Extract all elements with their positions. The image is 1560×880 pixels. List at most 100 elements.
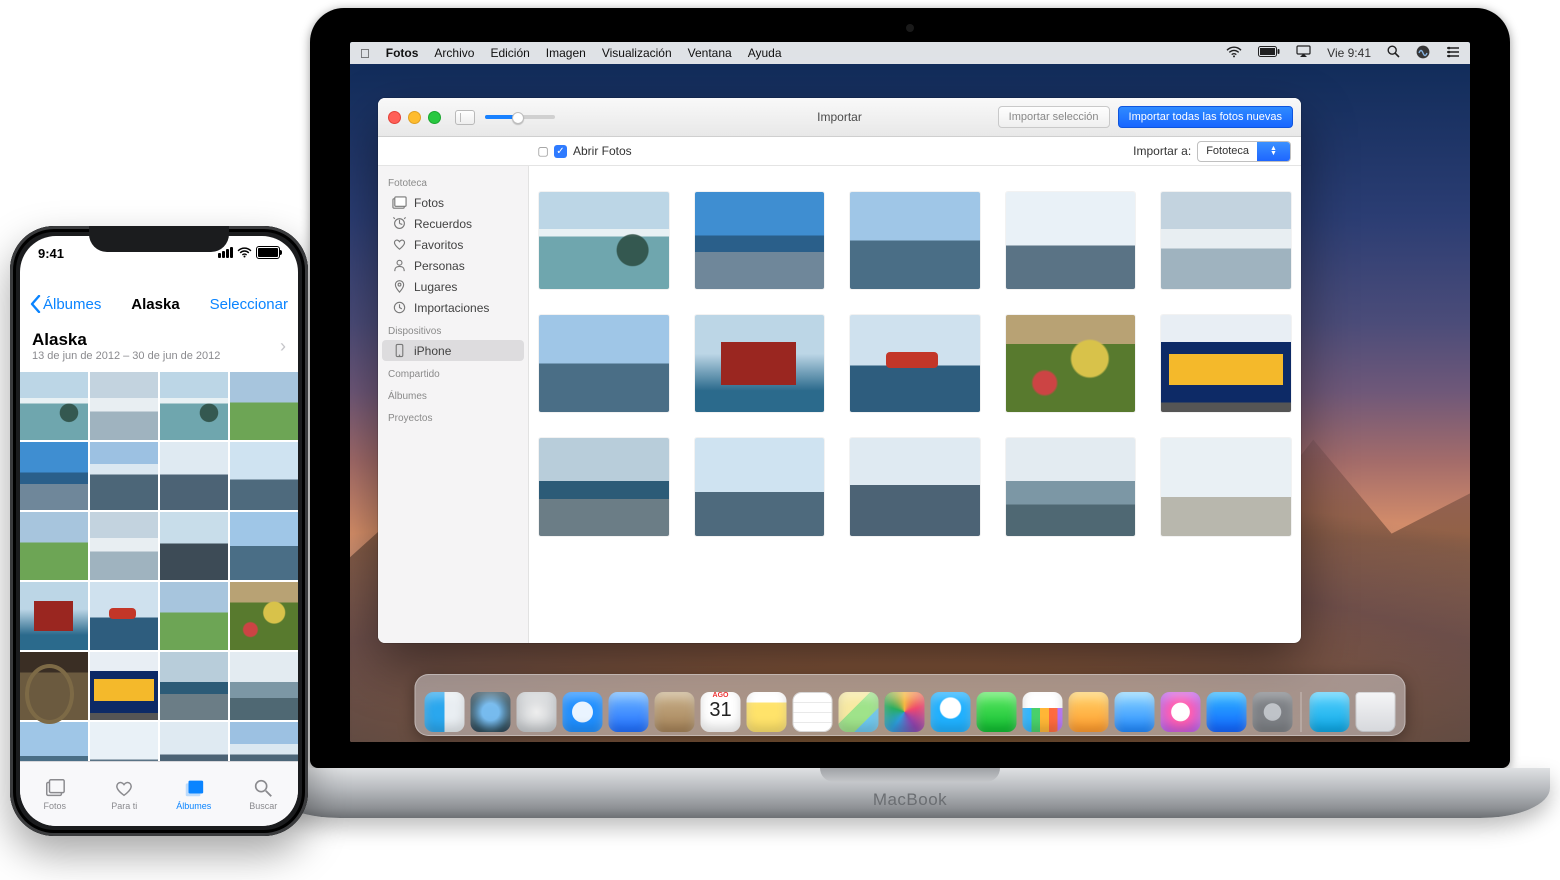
sidebar-item-lugares[interactable]: Lugares <box>382 276 524 297</box>
spotlight-icon[interactable] <box>1387 45 1400 61</box>
thumbnail-size-slider[interactable] <box>485 115 555 119</box>
select-button[interactable]: Seleccionar <box>210 296 288 313</box>
dock-messages-icon[interactable] <box>931 692 971 732</box>
import-to-select[interactable]: Fototeca ▲▼ <box>1197 141 1291 162</box>
sidebar-toggle-button[interactable] <box>455 110 475 125</box>
dock-numbers-icon[interactable] <box>1023 692 1063 732</box>
menu-archivo[interactable]: Archivo <box>434 46 474 60</box>
photo-thumbnail[interactable] <box>90 372 158 440</box>
tab-fotos[interactable]: Fotos <box>20 762 90 826</box>
sidebar-item-iphone[interactable]: iPhone <box>382 340 524 361</box>
tab-buscar[interactable]: Buscar <box>229 762 299 826</box>
tab-albumes[interactable]: Álbumes <box>159 762 229 826</box>
back-button[interactable]: Álbumes <box>30 295 101 313</box>
wifi-icon[interactable] <box>1226 46 1242 61</box>
photo-thumbnail[interactable] <box>160 442 228 510</box>
photo-thumbnail[interactable] <box>20 652 88 720</box>
import-thumbnail[interactable] <box>850 315 980 412</box>
photo-thumbnail[interactable] <box>160 512 228 580</box>
photo-thumbnail[interactable] <box>20 372 88 440</box>
photo-thumbnail[interactable] <box>230 442 298 510</box>
photo-thumbnail[interactable] <box>160 652 228 720</box>
dock-siri-icon[interactable] <box>471 692 511 732</box>
sidebar-section-projects[interactable]: Proyectos <box>378 405 528 427</box>
menu-imagen[interactable]: Imagen <box>546 46 586 60</box>
import-thumbnail[interactable] <box>1161 315 1291 412</box>
sidebar-section-albums[interactable]: Álbumes <box>378 383 528 405</box>
photo-thumbnail[interactable] <box>230 372 298 440</box>
tab-parati[interactable]: Para ti <box>90 762 160 826</box>
dock-reminders-icon[interactable] <box>793 692 833 732</box>
photo-thumbnail[interactable] <box>20 582 88 650</box>
import-thumbnail[interactable] <box>1161 438 1291 535</box>
dock-maps-icon[interactable] <box>839 692 879 732</box>
photo-thumbnail[interactable] <box>90 722 158 761</box>
photo-thumbnail[interactable] <box>20 722 88 761</box>
close-window-button[interactable] <box>388 111 401 124</box>
import-thumbnail[interactable] <box>539 192 669 289</box>
import-thumbnail[interactable] <box>695 192 825 289</box>
menubar-clock[interactable]: Vie 9:41 <box>1327 46 1371 60</box>
photo-thumbnail[interactable] <box>90 442 158 510</box>
photo-thumbnail[interactable] <box>160 582 228 650</box>
dock-finder-icon[interactable] <box>425 692 465 732</box>
photo-thumbnail[interactable] <box>90 582 158 650</box>
dock-contacts-icon[interactable] <box>655 692 695 732</box>
zoom-window-button[interactable] <box>428 111 441 124</box>
photo-thumbnail[interactable] <box>230 582 298 650</box>
sidebar-item-importaciones[interactable]: Importaciones <box>382 297 524 318</box>
dock-mail-icon[interactable] <box>609 692 649 732</box>
menu-ventana[interactable]: Ventana <box>688 46 732 60</box>
import-thumbnail[interactable] <box>539 438 669 535</box>
import-selection-button[interactable]: Importar selección <box>998 106 1110 128</box>
dock-preferences-icon[interactable] <box>1253 692 1293 732</box>
photo-thumbnail[interactable] <box>90 512 158 580</box>
photo-thumbnail[interactable] <box>20 442 88 510</box>
dock-launchpad-icon[interactable] <box>517 692 557 732</box>
dock-facetime-icon[interactable] <box>977 692 1017 732</box>
open-photos-checkbox[interactable]: ✓ <box>554 145 567 158</box>
import-thumbnail[interactable] <box>1161 192 1291 289</box>
minimize-window-button[interactable] <box>408 111 421 124</box>
menu-ayuda[interactable]: Ayuda <box>748 46 782 60</box>
dock-photos-icon[interactable] <box>885 692 925 732</box>
photo-thumbnail[interactable] <box>90 652 158 720</box>
menu-visualizacion[interactable]: Visualización <box>602 46 672 60</box>
import-thumbnail[interactable] <box>850 192 980 289</box>
dock-itunes-icon[interactable] <box>1161 692 1201 732</box>
dock-pages-icon[interactable] <box>1115 692 1155 732</box>
sidebar-section-shared[interactable]: Compartido <box>378 361 528 383</box>
photo-thumbnail[interactable] <box>160 722 228 761</box>
menubar-app-name[interactable]: Fotos <box>386 46 419 60</box>
dock-appstore-icon[interactable] <box>1207 692 1247 732</box>
import-thumbnail[interactable] <box>1006 315 1136 412</box>
sidebar-item-favoritos[interactable]: Favoritos <box>382 234 524 255</box>
notification-center-icon[interactable] <box>1446 46 1460 61</box>
photo-thumbnail[interactable] <box>20 512 88 580</box>
photo-thumbnail[interactable] <box>160 372 228 440</box>
photo-thumbnail[interactable] <box>230 512 298 580</box>
menu-edicion[interactable]: Edición <box>490 46 529 60</box>
apple-menu-icon[interactable]:  <box>360 46 370 61</box>
battery-icon[interactable] <box>1258 46 1280 60</box>
dock-downloads-icon[interactable] <box>1310 692 1350 732</box>
album-header-row[interactable]: Alaska 13 de jun de 2012 – 30 de jun de … <box>20 324 298 372</box>
photo-thumbnail[interactable] <box>230 722 298 761</box>
sidebar-item-personas[interactable]: Personas <box>382 255 524 276</box>
airplay-icon[interactable] <box>1296 45 1311 61</box>
import-thumbnail[interactable] <box>1006 438 1136 535</box>
dock-calendar-icon[interactable]: AGO31 <box>701 692 741 732</box>
dock-safari-icon[interactable] <box>563 692 603 732</box>
dock-trash-icon[interactable] <box>1356 692 1396 732</box>
import-thumbnail[interactable] <box>695 315 825 412</box>
photo-thumbnail[interactable] <box>230 652 298 720</box>
dock-keynote-icon[interactable] <box>1069 692 1109 732</box>
import-thumbnail[interactable] <box>539 315 669 412</box>
sidebar-item-fotos[interactable]: Fotos <box>382 192 524 213</box>
siri-icon[interactable] <box>1416 45 1430 62</box>
sidebar-item-recuerdos[interactable]: Recuerdos <box>382 213 524 234</box>
import-thumbnail[interactable] <box>850 438 980 535</box>
import-all-new-button[interactable]: Importar todas las fotos nuevas <box>1118 106 1293 128</box>
import-thumbnail[interactable] <box>695 438 825 535</box>
import-thumbnail[interactable] <box>1006 192 1136 289</box>
